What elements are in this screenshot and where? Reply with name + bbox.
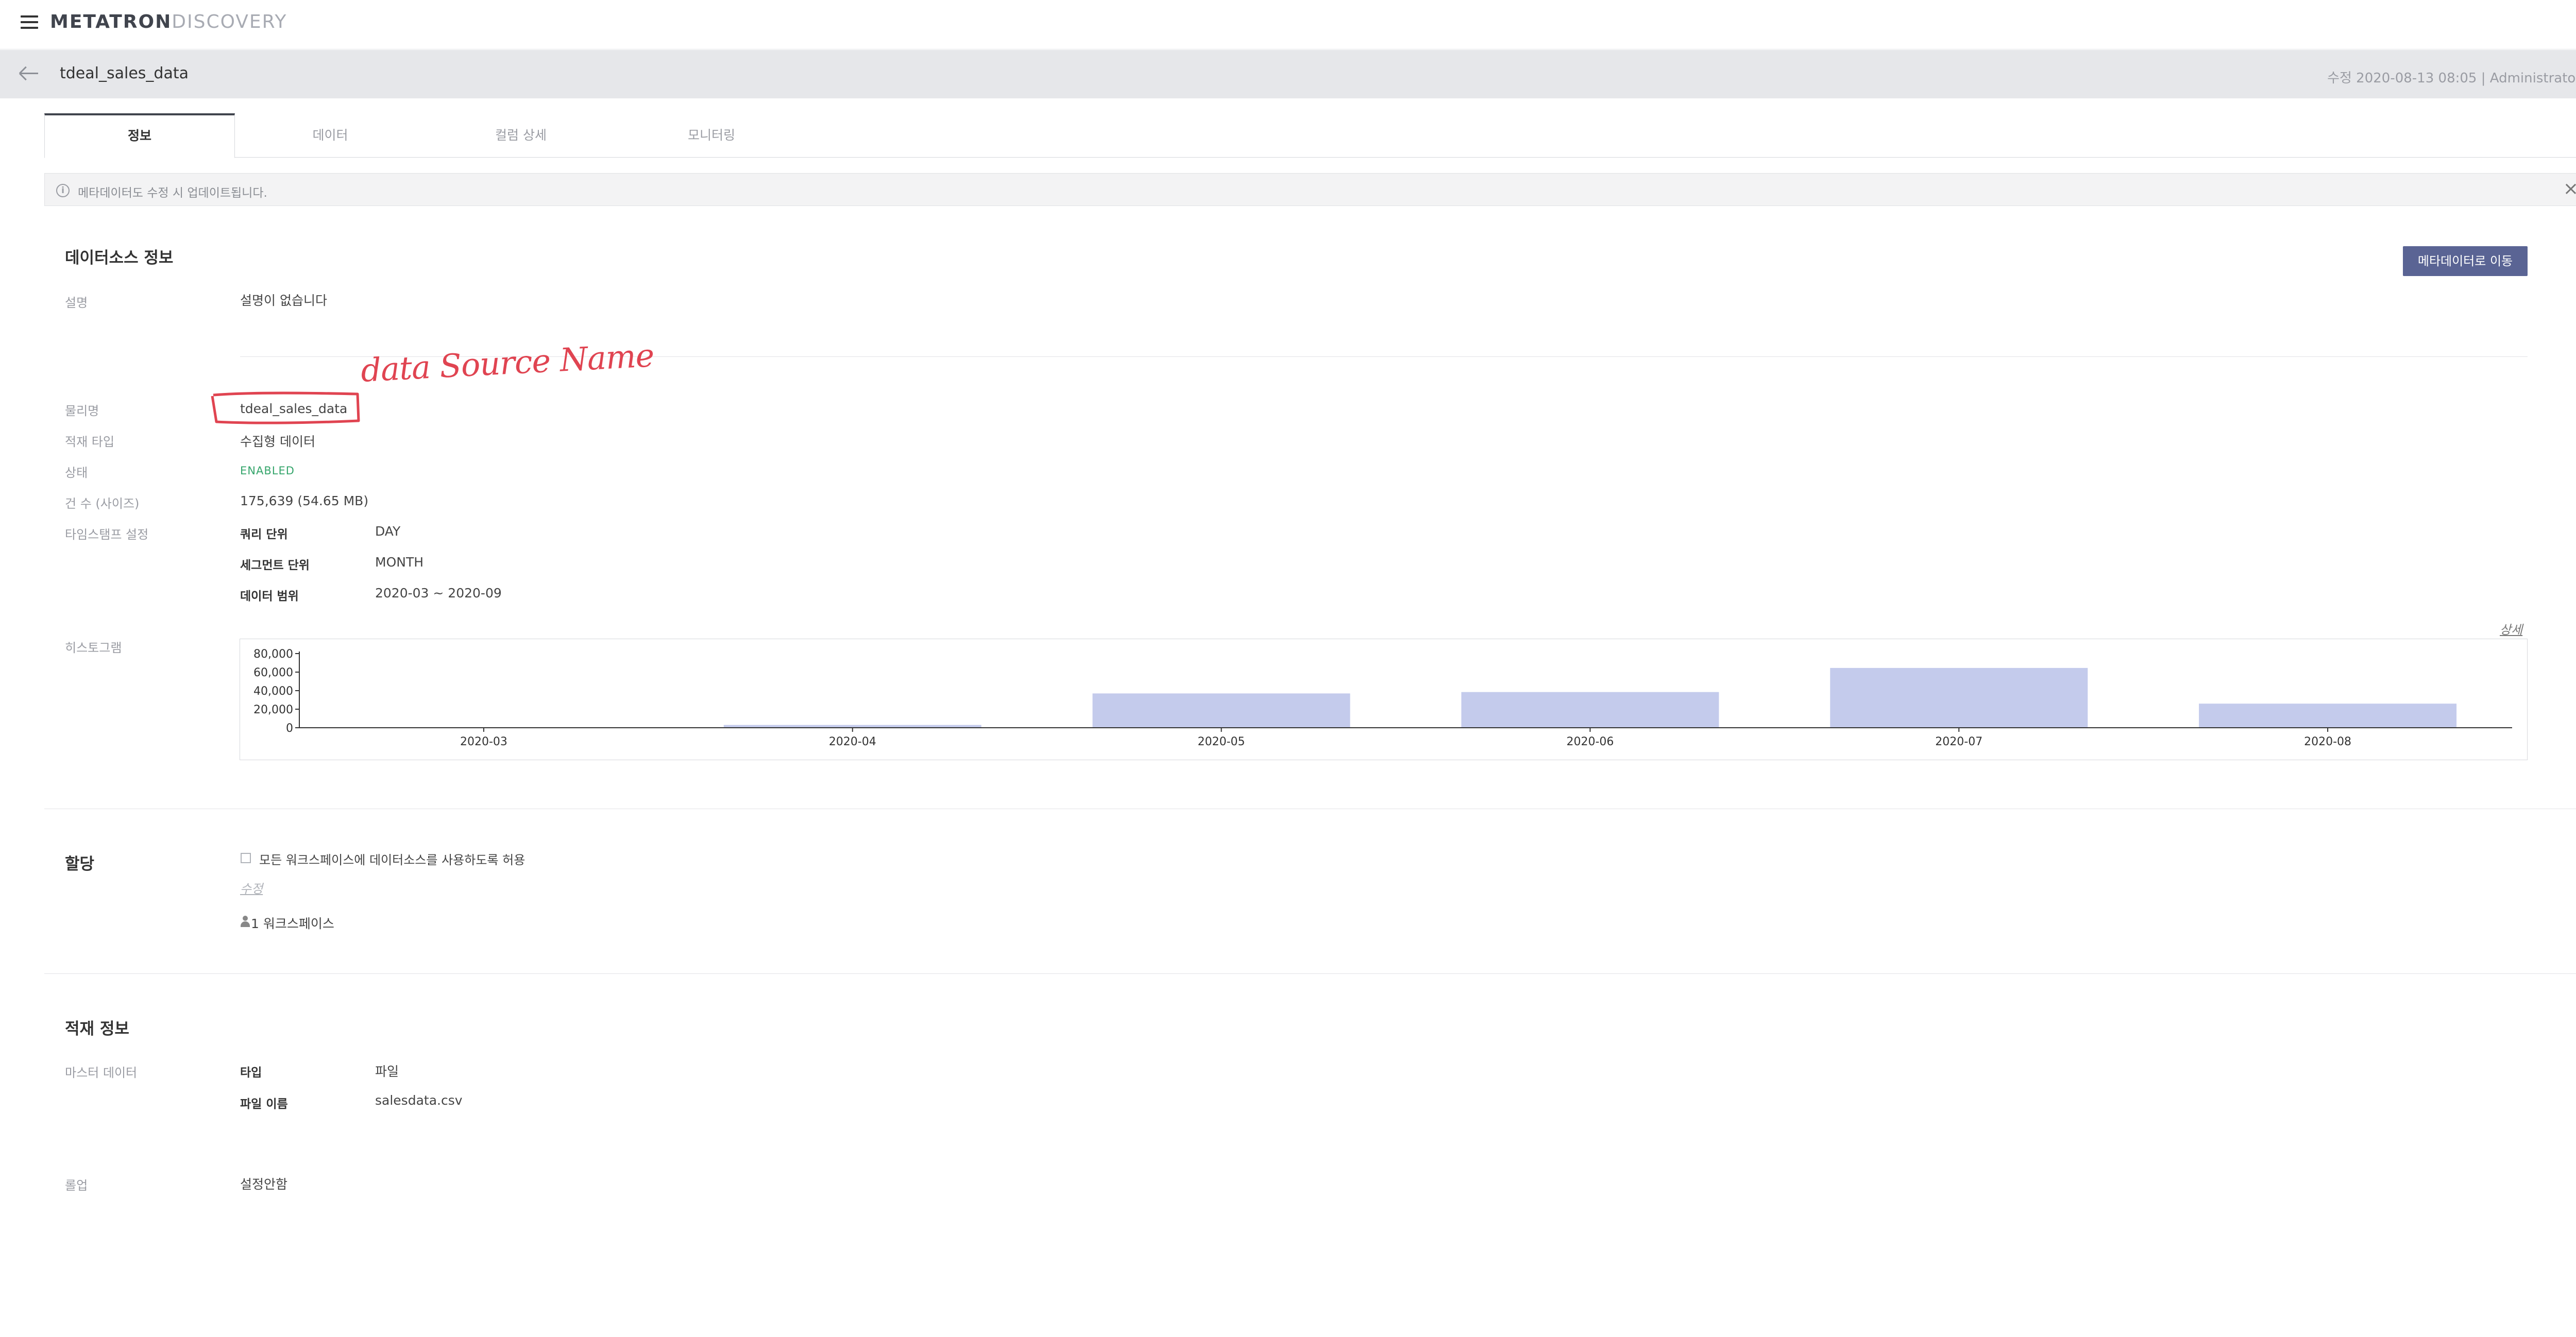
histogram-chart: 0 20,000 40,000 60,000 80,000 2020-03 2020-04 2… [240, 639, 2528, 760]
notice-bar: i 메타데이터도 수정 시 업데이트됩니다. × [44, 173, 2576, 206]
workspace-count[interactable]: 1 워크스페이스 [251, 914, 334, 932]
assignment-title: 할당 [65, 855, 95, 873]
file-name-label: 파일 이름 [240, 1098, 288, 1111]
tab-monitoring[interactable]: 모니터링 [616, 113, 807, 158]
hamburger-menu-icon[interactable] [21, 14, 38, 30]
rollup-value: 설정안함 [240, 1177, 288, 1192]
y-tick-label: 20,000 [253, 704, 293, 716]
allow-all-workspaces-label[interactable]: 모든 워크스페이스에 데이터소스를 사용하도록 허용 [259, 850, 525, 868]
back-arrow-icon[interactable] [19, 64, 39, 83]
y-tick-label: 60,000 [253, 666, 293, 679]
histogram-label: 히스토그램 [65, 641, 122, 655]
section-divider-2 [44, 973, 2576, 974]
notice-message: 메타데이터도 수정 시 업데이트됩니다. [78, 186, 267, 200]
histogram-svg: 0 20,000 40,000 60,000 80,000 2020-03 2020-04 2… [253, 648, 2512, 748]
histogram-detail-link[interactable]: 상세 [2500, 620, 2522, 638]
logo-secondary: DISCOVERY [172, 11, 287, 32]
workspace-user-icon [240, 916, 251, 927]
edit-assignment-link[interactable]: 수정 [240, 879, 263, 897]
data-range-value: 2020-03 ~ 2020-09 [375, 586, 502, 601]
x-tick-label: 2020-05 [1198, 735, 1245, 748]
rollup-label: 롤업 [65, 1178, 88, 1193]
tab-column-detail[interactable]: 컬럼 상세 [426, 113, 616, 158]
logo-primary: METATRON [50, 11, 172, 32]
file-name-value: salesdata.csv [375, 1093, 463, 1108]
status-badge: ENABLED [240, 465, 295, 477]
y-tick-label: 80,000 [253, 648, 293, 661]
histogram-bar [1830, 667, 2088, 728]
x-tick-label: 2020-06 [1566, 735, 1614, 748]
data-range-label: 데이터 범위 [240, 590, 299, 603]
modified-info: 수정 2020-08-13 08:05 | Administrator [2327, 71, 2576, 86]
x-tick-label: 2020-08 [2304, 735, 2351, 748]
x-tick-label: 2020-07 [1935, 735, 1982, 748]
description-label: 설명 [65, 296, 88, 310]
tab-bar: 정보 데이터 컬럼 상세 모니터링 [44, 113, 2576, 158]
load-type-value: 수집형 데이터 [240, 434, 315, 449]
info-icon: i [56, 184, 70, 197]
histogram-bar [1461, 692, 1719, 728]
count-size-label: 건 수 (사이즈) [65, 496, 140, 511]
page-title: tdeal_sales_data [60, 64, 189, 82]
x-tick-label: 2020-04 [829, 735, 876, 748]
load-type-label: 적재 타입 [65, 435, 114, 449]
close-icon[interactable]: × [2563, 179, 2576, 199]
allow-all-workspaces-checkbox[interactable] [241, 853, 251, 863]
physical-name-label: 물리명 [65, 404, 99, 418]
load-info-title: 적재 정보 [65, 1020, 129, 1038]
physical-name-value: tdeal_sales_data [240, 401, 348, 416]
x-tick-label: 2020-03 [460, 735, 507, 748]
type-label: 타입 [240, 1066, 262, 1079]
annotation-text: data Source Name [360, 336, 655, 389]
tab-data[interactable]: 데이터 [235, 113, 426, 158]
segment-unit-label: 세그먼트 단위 [240, 559, 310, 572]
page-header: tdeal_sales_data 수정 2020-08-13 08:05 | A… [0, 50, 2576, 98]
datasource-info-title: 데이터소스 정보 [65, 249, 174, 267]
tab-info[interactable]: 정보 [44, 113, 235, 158]
type-value: 파일 [375, 1064, 399, 1079]
y-tick-label: 40,000 [253, 685, 293, 698]
segment-unit-value: MONTH [375, 555, 424, 570]
timestamp-label: 타임스탬프 설정 [65, 527, 149, 542]
status-label: 상태 [65, 466, 88, 480]
histogram-bar [1092, 693, 1350, 728]
master-data-label: 마스터 데이터 [65, 1066, 138, 1080]
histogram-bar [2199, 704, 2457, 728]
app-logo[interactable]: METATRONDISCOVERY [50, 11, 287, 32]
query-unit-value: DAY [375, 524, 401, 539]
count-size-value: 175,639 (54.65 MB) [240, 493, 369, 508]
top-bar: METATRONDISCOVERY [0, 0, 2576, 49]
go-to-metadata-button[interactable]: 메타데이터로 이동 [2403, 246, 2528, 276]
y-tick-label: 0 [286, 722, 293, 735]
query-unit-label: 쿼리 단위 [240, 528, 288, 541]
description-value: 설명이 없습니다 [240, 293, 327, 308]
